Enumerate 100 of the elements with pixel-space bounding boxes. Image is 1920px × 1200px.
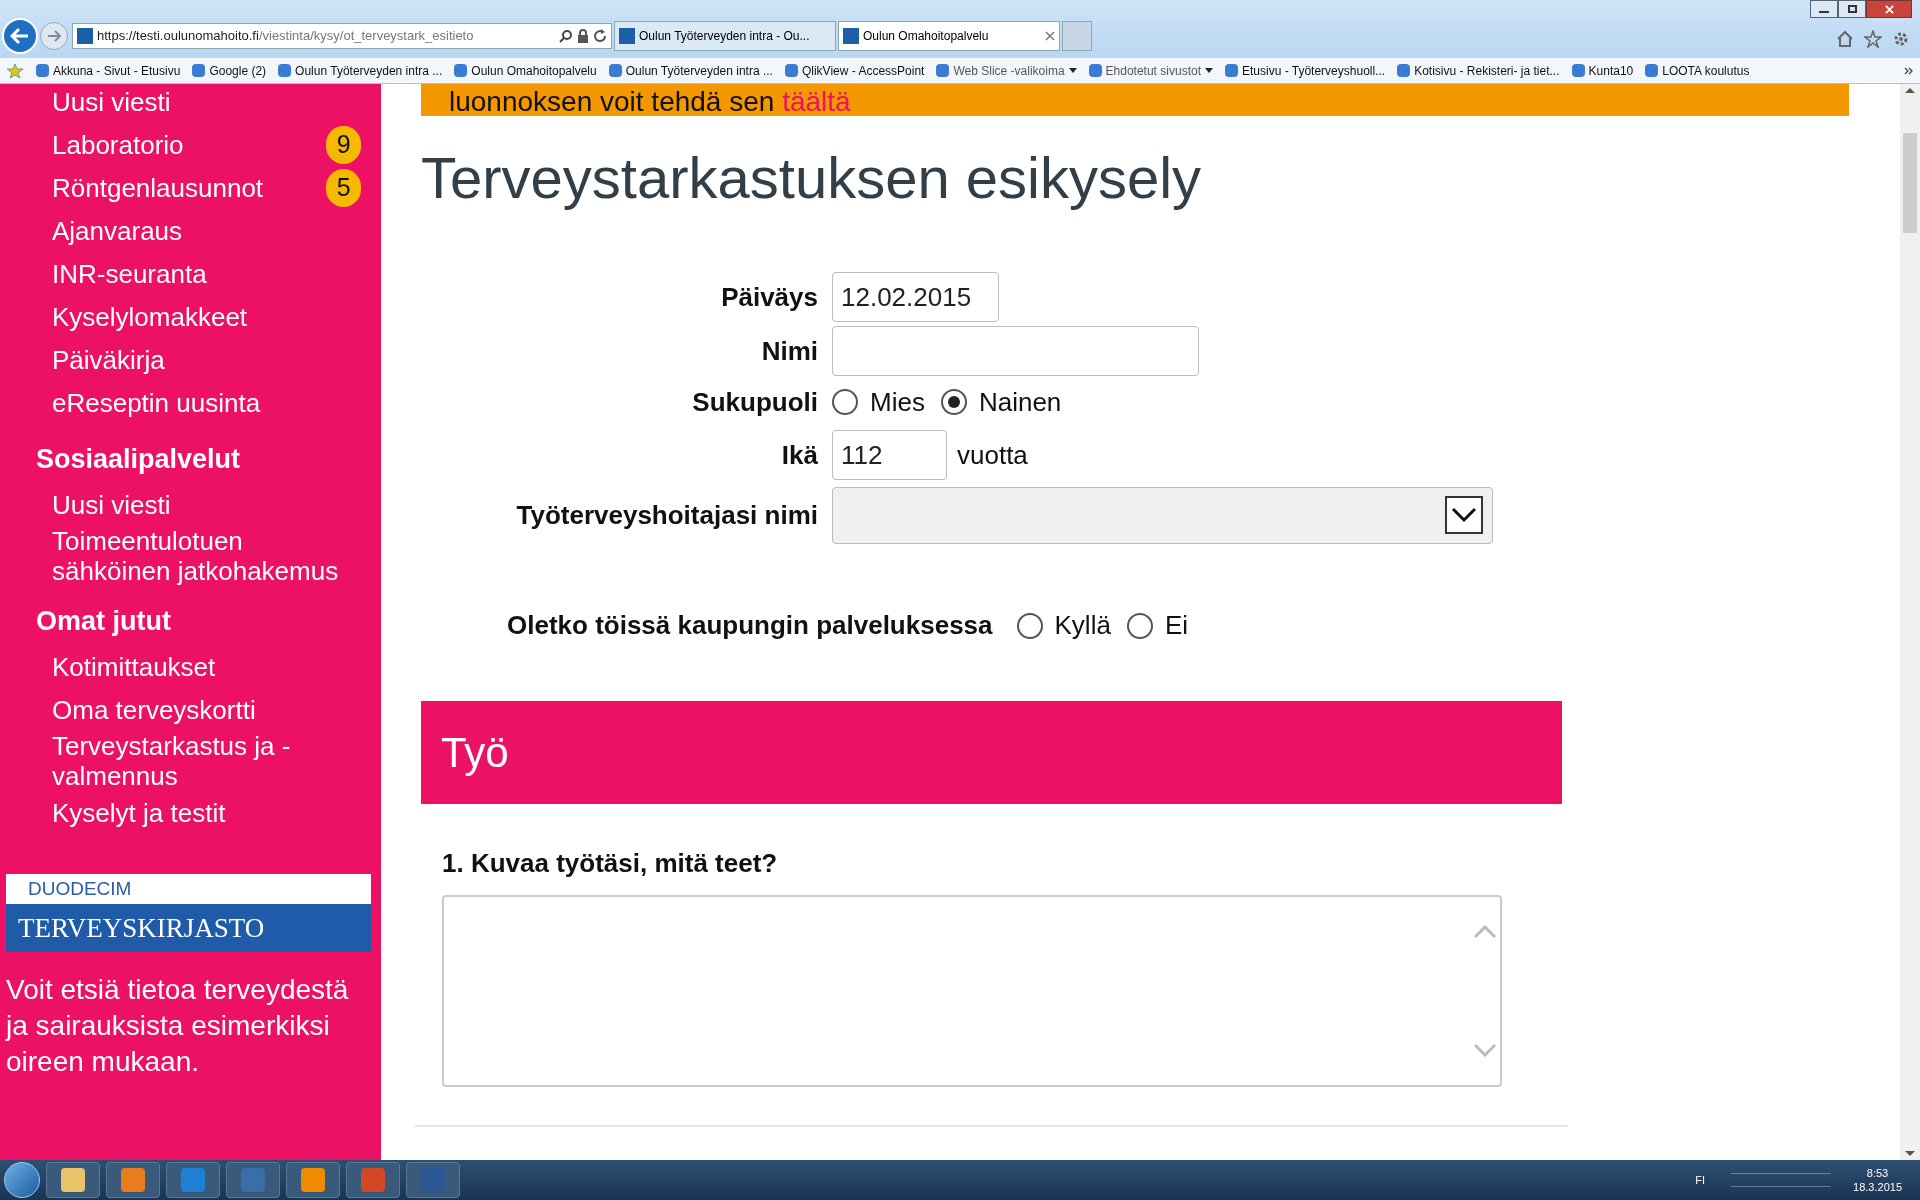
language-indicator[interactable]: FI [1695,1171,1706,1189]
site-icon [619,28,635,44]
section-title: Työ [441,728,509,778]
question-label: 1. Kuvaa työtäsi, mitä teet? [442,847,779,880]
favorites-link[interactable]: Ehdotetut sivustot [1088,61,1213,80]
caret-icon [1068,68,1077,73]
sidebar-link[interactable]: Uusi viesti [52,489,352,520]
section-heading: Sosiaalipalvelut [35,442,242,476]
page-title: Terveystarkastuksen esikysely [421,144,1203,212]
sidebar-link[interactable]: Päiväkirja [52,344,352,375]
site-icon [843,28,859,44]
chevron-down-icon [1445,496,1483,534]
sidebar-link[interactable]: Röntgenlausunnot [52,172,327,203]
favorites-link[interactable]: Oulun Työterveyden intra ... [278,61,443,80]
favorites-link[interactable]: Oulun Työterveyden intra ... [608,61,773,80]
clock[interactable]: 8:53 18.3.2015 [1853,1166,1902,1194]
sidebar-link[interactable]: Kotimittaukset [52,651,352,682]
favorites-link[interactable]: Etusivu - Työterveyshuoll... [1224,61,1386,80]
field-label: Nimi [760,334,819,368]
taskbar-app-icon[interactable] [106,1162,160,1198]
question-label: Oletko töissä kaupungin palveluksessa [507,609,993,642]
text-field[interactable] [832,326,1199,376]
settings-icon[interactable] [1892,30,1910,48]
unit-label: vuotta [957,438,1028,472]
radio-button[interactable] [1126,612,1153,639]
sidebar-link[interactable]: Kyselylomakkeet [52,301,352,332]
lock-icon [577,29,589,43]
radio-label: Nainen [978,385,1062,419]
sidebar-link[interactable]: Toimeentulotuen sähköinen jatkohakemus [52,526,352,586]
browser-tab[interactable]: Oulun Työterveyden intra - Ou... [614,21,836,51]
site-icon [192,64,206,77]
sidebar-link[interactable]: Kyselyt ja testit [52,797,352,828]
site-icon [936,64,950,77]
favorites-star-icon[interactable] [6,62,24,79]
site-icon [608,64,622,77]
site-icon [278,64,292,77]
close-icon [1884,4,1894,14]
radio-label: Ei [1164,609,1188,642]
field-label: Päiväys [720,280,819,314]
favorites-link[interactable]: Kotisivu - Rekisteri- ja tiet... [1397,61,1560,80]
sidebar-link[interactable]: Laboratorio [52,129,327,160]
sidebar-link[interactable]: Terveystarkastus ja -valmennus [52,731,352,791]
site-icon [1571,64,1585,77]
address-bar[interactable]: https://testi.oulunomahoito.fi/viestinta/kysy/ot_terveystark_esitieto [72,23,612,49]
browser-tab[interactable]: Oulun Omahoitopalvelu [838,21,1060,51]
back-button[interactable] [2,18,38,54]
arrow-right-icon [47,30,61,42]
search-icon[interactable] [559,29,573,43]
favorites-link[interactable]: Web Slice -valikoima [936,61,1077,80]
close-icon[interactable] [1045,31,1055,41]
arrow-left-icon [10,27,30,45]
radio-button[interactable] [940,389,967,415]
sidebar-link[interactable]: eReseptin uusinta [52,387,352,418]
minimize-button[interactable] [1810,0,1838,18]
more-chevron-icon[interactable] [1904,66,1914,75]
section-heading: Omat jutut [35,604,172,638]
radio-button[interactable] [832,389,858,415]
site-icon [454,64,468,77]
favorites-link[interactable]: Oulun Omahoitopalvelu [454,61,597,80]
radio-button[interactable] [1016,612,1043,639]
field-label: Työterveyshoitajasi nimi [515,498,819,532]
taskbar-app-icon[interactable] [286,1162,340,1198]
home-icon[interactable] [1836,30,1854,48]
forward-button[interactable] [40,22,68,50]
count-badge: 9 [326,125,361,164]
start-button[interactable] [4,1162,40,1198]
field-label: Ikä [780,438,819,472]
radio-label: Kyllä [1054,609,1111,642]
sidebar-link[interactable]: Oma terveyskortti [52,694,352,725]
site-icon [784,64,798,77]
count-badge: 5 [326,168,361,207]
favorites-link[interactable]: Kunta10 [1571,61,1634,80]
url-text: https://testi.oulunomahoito.fi/viestinta/kysy/ot_terveystark_esitieto [97,27,474,46]
favorites-link[interactable]: Akkuna - Sivut - Etusivu [36,61,181,80]
favorites-link[interactable]: Google (2) [192,61,267,80]
site-icon [77,28,93,44]
taskbar-app-icon[interactable] [46,1162,100,1198]
caret-icon [1204,68,1213,73]
sidebar-link[interactable]: Uusi viesti [52,86,352,117]
close-button[interactable] [1866,0,1912,18]
favorites-link[interactable]: QlikView - AccessPoint [784,61,925,80]
scroll-thumb[interactable] [1903,133,1917,233]
field-label: Sukupuoli [691,385,819,419]
sidebar-link[interactable]: INR-seuranta [52,258,352,289]
star-icon[interactable] [1864,30,1882,48]
promo-text: Voit etsiä tietoa terveydestä ja sairauksista esimerkiksi oireen mukaan. [4,973,350,1079]
site-icon [1088,64,1102,77]
favorites-link[interactable]: LOOTA koulutus [1645,61,1750,80]
site-icon [1397,64,1411,77]
notice-text: luonnoksen voit tehdä sen täältä [449,88,851,116]
site-icon [36,64,49,77]
restore-button[interactable] [1838,0,1866,18]
radio-label: Mies [870,385,925,419]
site-icon [1645,64,1659,77]
age-field[interactable]: 112 [832,430,947,480]
sidebar-link[interactable]: Ajanvaraus [52,215,352,246]
text-field[interactable]: 12.02.2015 [832,272,999,322]
refresh-icon[interactable] [593,29,607,43]
site-icon [1224,64,1238,77]
scroll-up-icon[interactable] [1905,88,1915,93]
